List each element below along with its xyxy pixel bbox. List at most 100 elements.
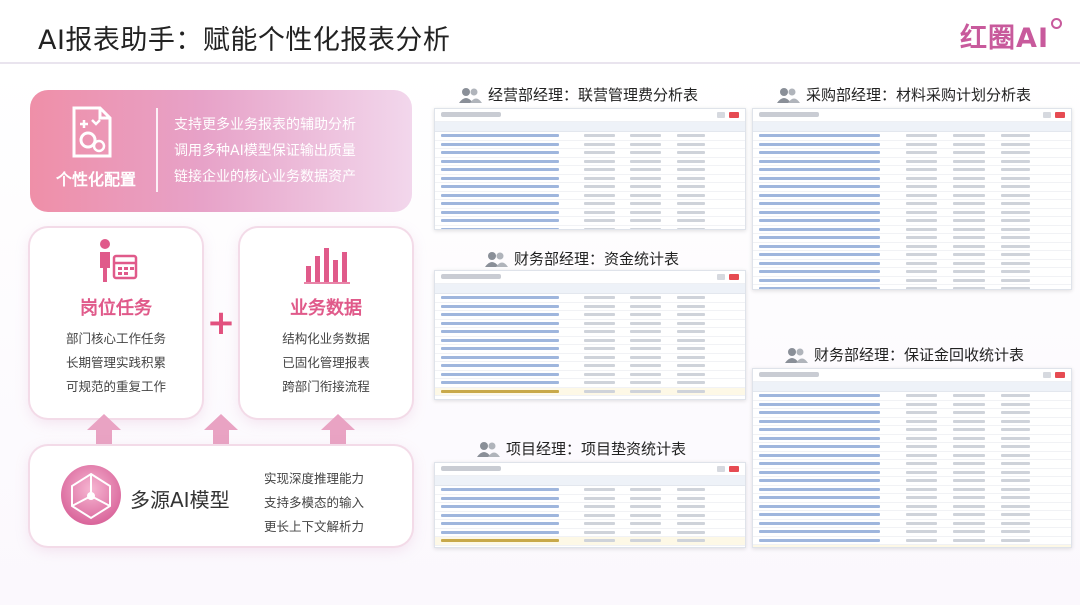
thumbnail-row [753,511,1071,520]
person-calendar-icon [100,239,138,282]
report-thumbnail-3[interactable] [434,270,746,400]
ai-network-icon [61,465,121,525]
task-title: 岗位任务 [80,298,152,319]
config-line-2: 调用多种AI模型保证输出质量 [174,143,356,159]
thumbnail-header-row [435,476,745,486]
task-line-1: 部门核心工作任务 [65,331,166,346]
thumbnail-row [753,426,1071,435]
data-line-2: 已固化管理报表 [282,355,370,370]
users-icon [485,252,508,267]
thumbnail-row [435,175,745,183]
thumbnail-row [435,149,745,158]
report-title-1: 经营部经理：联营管理费分析表 [458,84,698,105]
config-label: 个性化配置 [55,170,136,189]
thumbnail-toolbar [435,271,745,284]
thumbnail-row [753,528,1071,537]
thumbnail-row [753,166,1071,175]
thumbnail-row [753,234,1071,243]
plus-sign: + [206,303,236,343]
users-icon [785,348,808,363]
thumbnail-row [753,183,1071,192]
thumbnail-row [753,460,1071,469]
thumbnail-row [753,243,1071,251]
thumbnail-row [753,401,1071,409]
thumbnail-row [435,371,745,379]
report-title-2-text: 采购部经理：材料采购计划分析表 [806,86,1032,104]
thumbnail-header-row [435,284,745,294]
thumbnail-header-row [753,382,1071,392]
thumbnail-row [753,285,1071,289]
data-line-1: 结构化业务数据 [282,331,370,346]
report-thumbnail-5[interactable] [434,462,746,548]
brand-logo-text: 红圈AI [960,23,1049,54]
thumbnail-row [753,277,1071,285]
thumbnail-row [435,495,745,503]
thumbnail-row [753,141,1071,149]
thumbnail-row [753,149,1071,158]
ai-model-label: 多源AI模型 [130,488,230,512]
thumbnail-row [753,175,1071,183]
thumbnail-row [435,209,745,217]
data-title: 业务数据 [290,298,362,319]
thumbnail-row [753,392,1071,401]
thumbnail-row [435,503,745,512]
users-icon [477,442,500,457]
thumbnail-row [753,494,1071,503]
thumbnail-row [435,337,745,345]
thumbnail-row [753,217,1071,226]
thumbnail-row [435,328,745,337]
thumbnail-row [753,435,1071,443]
thumbnail-row [753,409,1071,418]
thumbnail-row [753,477,1071,486]
thumbnail-toolbar [435,109,745,122]
thumbnail-row [753,469,1071,477]
report-thumbnail-1[interactable] [434,108,746,230]
thumbnail-row [435,486,745,495]
thumbnail-row [753,200,1071,209]
report-title-4-text: 财务部经理：保证金回收统计表 [814,346,1025,364]
thumbnail-row [435,529,745,537]
users-icon [777,88,800,103]
thumbnail-row [753,520,1071,528]
thumbnail-toolbar [753,109,1071,122]
up-arrow-stem [96,430,112,446]
bar-chart-icon [304,248,350,284]
config-line-3: 链接企业的核心业务数据资产 [174,169,356,185]
report-thumbnail-2[interactable] [752,108,1072,290]
config-divider [156,108,158,192]
thumbnail-row [435,192,745,200]
up-arrow-icon [204,414,238,430]
thumbnail-row [435,141,745,149]
thumbnail-row [435,311,745,320]
data-line-3: 跨部门衔接流程 [282,379,370,394]
thumbnail-row [753,192,1071,200]
thumbnail-row [753,268,1071,277]
up-arrow-icon [87,414,121,430]
config-line-1: 支持更多业务报表的辅助分析 [174,117,356,133]
thumbnail-row [753,226,1071,234]
thumbnail-row [753,209,1071,217]
report-title-3-text: 财务部经理：资金统计表 [514,250,680,268]
thumbnail-row [753,418,1071,426]
report-title-2: 采购部经理：材料采购计划分析表 [776,84,1031,105]
thumbnail-toolbar [753,369,1071,382]
thumbnail-row [435,166,745,175]
thumbnail-row [435,320,745,328]
thumbnail-total-row [435,387,745,396]
thumbnail-header-row [753,122,1071,132]
thumbnail-row [435,200,745,209]
thumbnail-total-row [435,537,745,546]
ai-line-1: 实现深度推理能力 [264,471,365,486]
page-title: AI报表助手：赋能个性化报表分析 [38,25,451,56]
report-title-1-text: 经营部经理：联营管理费分析表 [488,86,699,104]
logo-dot-icon [1051,18,1062,29]
ai-line-2: 支持多模态的输入 [264,495,365,510]
header-divider [0,62,1080,64]
thumbnail-row [435,345,745,354]
thumbnail-row [435,294,745,303]
report-thumbnail-4[interactable] [752,368,1072,548]
thumbnail-row [753,260,1071,268]
thumbnail-row [435,183,745,192]
thumbnail-row [435,520,745,529]
task-line-2: 长期管理实践积累 [65,355,166,370]
